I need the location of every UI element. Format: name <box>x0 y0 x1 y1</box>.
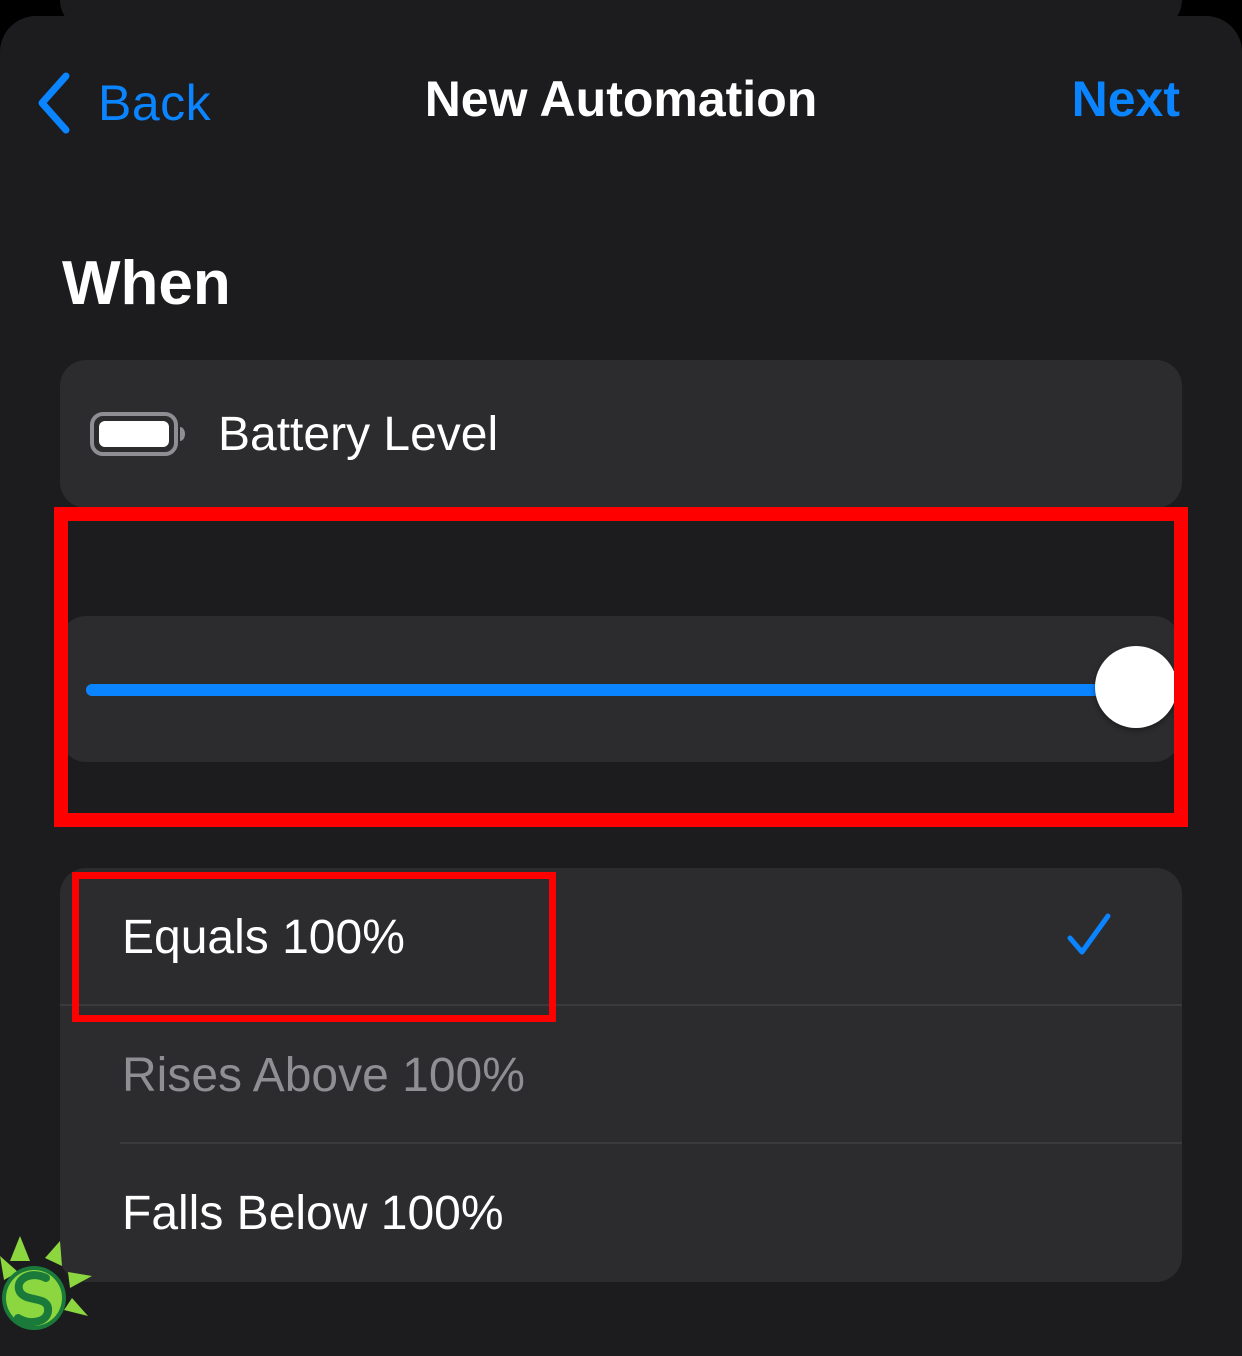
option-label: Rises Above 100% <box>122 1049 525 1102</box>
option-falls-below[interactable]: Falls Below 100% <box>60 1144 1182 1282</box>
highlight-box-slider <box>54 507 1188 827</box>
trigger-label: Battery Level <box>218 407 499 461</box>
battery-icon <box>90 412 186 456</box>
automation-sheet: Back New Automation Next When Battery Le… <box>0 16 1242 1356</box>
trigger-card[interactable]: Battery Level <box>60 360 1182 508</box>
watermark-logo-icon <box>0 1236 100 1335</box>
next-button[interactable]: Next <box>1072 70 1180 128</box>
option-rises-above[interactable]: Rises Above 100% <box>60 1006 1182 1144</box>
page-title: New Automation <box>424 71 818 127</box>
checkmark-icon <box>1066 912 1112 963</box>
highlight-box-equals <box>72 872 556 1022</box>
option-label: Falls Below 100% <box>122 1187 504 1240</box>
navigation-bar: Back New Automation Next <box>0 16 1242 186</box>
section-heading: When <box>62 249 231 318</box>
